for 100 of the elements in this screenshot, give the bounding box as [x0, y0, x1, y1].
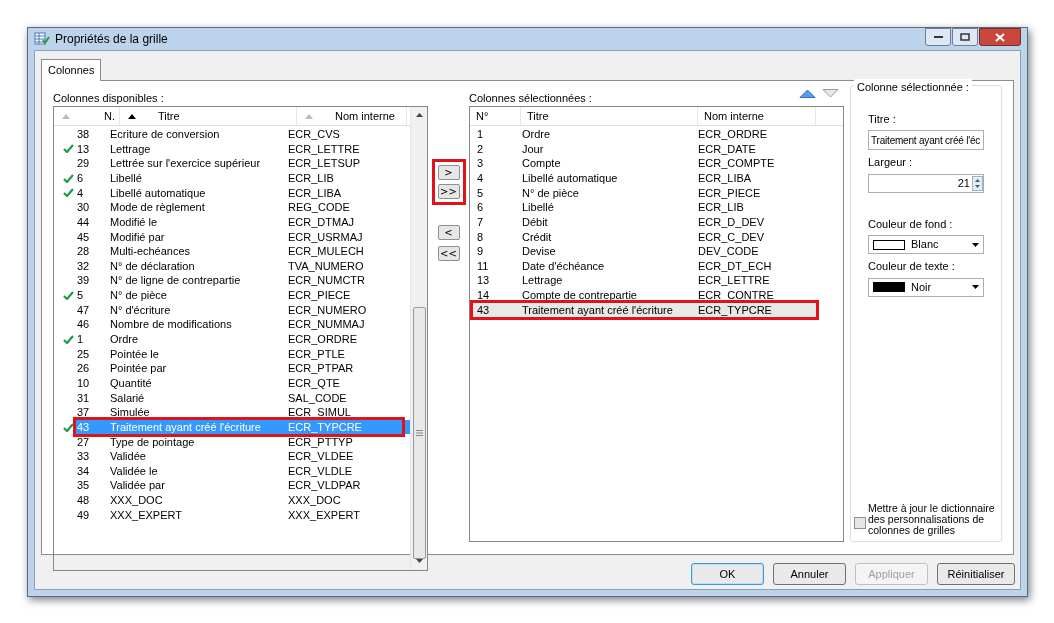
- close-button[interactable]: [979, 28, 1021, 46]
- grid-icon: [34, 32, 50, 46]
- list-row[interactable]: 34 Validée le ECR_VLDLE: [54, 463, 410, 479]
- list-row[interactable]: 3 Compte ECR_COMPTE: [471, 156, 816, 171]
- list-row[interactable]: 25 Pointée le ECR_PTLE: [54, 346, 410, 362]
- dialog-button[interactable]: OK: [691, 563, 764, 585]
- list-row[interactable]: 6 Libellé ECR_LIB: [54, 170, 410, 186]
- table-cell-text: ECR_LETTRE: [288, 141, 360, 157]
- list-row[interactable]: 8 Crédit ECR_C_DEV: [471, 229, 816, 245]
- move-button[interactable]: >: [437, 165, 460, 180]
- table-cell-text: Crédit: [522, 229, 553, 245]
- field-label: Couleur de fond :: [868, 216, 954, 232]
- table-cell-text: Nombre de modifications: [110, 317, 233, 333]
- list-row[interactable]: 46 Nombre de modifications ECR_NUMMAJ: [54, 317, 410, 332]
- spin-arrows-icon[interactable]: [972, 175, 983, 191]
- table-cell-text: ECR_LETSUP: [288, 156, 361, 172]
- table-cell-text: 6: [76, 171, 85, 186]
- table-cell-text: 4: [476, 171, 485, 186]
- background-color-dropdown[interactable]: Blanc: [868, 235, 984, 254]
- table-cell-text: 33: [76, 449, 91, 465]
- list-row[interactable]: 28 Multi-echéances ECR_MULECH: [54, 244, 410, 259]
- list-row[interactable]: 30 Mode de règlement REG_CODE: [54, 200, 410, 215]
- list-row[interactable]: 5 N° de pièce ECR_PIECE: [471, 185, 816, 201]
- list-row[interactable]: 39 N° de ligne de contrepartie ECR_NUMCTR: [54, 273, 410, 289]
- list-row[interactable]: 32 N° de déclaration TVA_NUMERO: [54, 258, 410, 274]
- table-cell-text: TVA_NUMERO: [288, 258, 364, 274]
- selected-row[interactable]: 43 Traitement ayant créé l'écriture ECR_TYPCRE: [471, 302, 816, 318]
- list-row[interactable]: 49 XXX_EXPERT XXX_EXPERT: [54, 507, 410, 523]
- table-cell-text: ECR_D_DEV: [698, 214, 765, 230]
- table-cell-text: Modifié par: [110, 229, 166, 245]
- list-row[interactable]: 6 Libellé ECR_LIB: [471, 200, 816, 215]
- scroll-thumb[interactable]: [412, 307, 426, 559]
- list-row[interactable]: 48 XXX_DOC XXX_DOC: [54, 493, 410, 508]
- list-row[interactable]: 5 N° de pièce ECR_PIECE: [54, 288, 410, 303]
- column-header[interactable]: Nom interne: [698, 107, 816, 125]
- column-header[interactable]: N°: [470, 107, 521, 125]
- move-button[interactable]: >>: [437, 184, 460, 199]
- list-row[interactable]: 13 Lettrage ECR_LETTRE: [471, 273, 816, 289]
- title-field[interactable]: Traitement ayant créé l'éc: [868, 130, 984, 150]
- list-row[interactable]: 27 Type de pointage ECR_PTTYP: [54, 434, 410, 450]
- list-row[interactable]: 38 Ecriture de conversion ECR_CVS: [54, 127, 410, 142]
- tab[interactable]: Colonnes: [41, 59, 102, 81]
- list-row[interactable]: 44 Modifié le ECR_DTMAJ: [54, 214, 410, 230]
- table-cell-text: 5: [76, 288, 85, 304]
- minimize-button[interactable]: [925, 28, 951, 46]
- text-color-dropdown[interactable]: Noir: [868, 277, 984, 297]
- dialog-button[interactable]: Annuler: [773, 563, 846, 585]
- move-up-icon[interactable]: [799, 89, 816, 98]
- width-spinner[interactable]: 21: [868, 173, 984, 193]
- close-icon: [995, 32, 1005, 42]
- maximize-button[interactable]: [952, 28, 978, 46]
- list-row[interactable]: 33 Validée ECR_VLDEE: [54, 449, 410, 464]
- table-cell-text: 26: [76, 361, 91, 377]
- table-cell-text: 49: [76, 507, 91, 523]
- list-row[interactable]: 11 Date d'échéance ECR_DT_ECH: [471, 258, 816, 274]
- list-row[interactable]: 26 Pointée par ECR_PTPAR: [54, 361, 410, 376]
- table-cell-text: Lettrage: [522, 273, 564, 289]
- table-cell-text: 46: [76, 317, 91, 333]
- list-row[interactable]: 9 Devise DEV_CODE: [471, 244, 816, 259]
- table-cell-text: Validée le: [110, 463, 159, 479]
- list-row[interactable]: 29 Lettrée sur l'exercice supérieur ECR_LETSUP: [54, 156, 410, 171]
- column-header[interactable]: N.: [54, 107, 120, 125]
- table-cell-text: Libellé: [522, 200, 555, 216]
- table-cell-text: 5: [476, 185, 485, 201]
- table-cell-text: N° de pièce: [522, 185, 580, 201]
- column-header[interactable]: Titre: [521, 107, 698, 125]
- list-row[interactable]: 4 Libellé automatique ECR_LIBA: [54, 185, 410, 201]
- list-row[interactable]: 10 Quantité ECR_QTE: [54, 375, 410, 391]
- window-title: Propriétés de la grille: [55, 31, 168, 48]
- table-cell-text: Pointée le: [110, 346, 160, 362]
- dialog-button[interactable]: Réinitialiser: [937, 563, 1015, 585]
- table-cell-text: N° de déclaration: [110, 258, 196, 274]
- list-row[interactable]: 2 Jour ECR_DATE: [471, 141, 816, 157]
- table-cell-text: 43: [476, 302, 491, 318]
- list-row[interactable]: 7 Débit ECR_D_DEV: [471, 214, 816, 230]
- list-row[interactable]: 13 Lettrage ECR_LETTRE: [54, 141, 410, 157]
- list-row[interactable]: 31 Salarié SAL_CODE: [54, 390, 410, 406]
- list-row[interactable]: 37 Simulée ECR_SIMUL: [54, 405, 410, 420]
- table-cell-text: 29: [76, 156, 91, 172]
- list-row[interactable]: 1 Ordre ECR_ORDRE: [471, 127, 816, 142]
- list-row[interactable]: 14 Compte de contrepartie ECR_CONTRE: [471, 288, 816, 303]
- table-cell-text: 35: [76, 478, 91, 494]
- checkbox[interactable]: [854, 516, 866, 529]
- table-cell-text: ECR_LIBA: [288, 185, 342, 201]
- move-button[interactable]: <<: [437, 246, 460, 261]
- table-cell-text: ECR_VLDEE: [288, 449, 354, 465]
- table-cell-text: ECR_TYPCRE: [698, 302, 772, 318]
- scroll-up-icon[interactable]: [415, 113, 423, 117]
- list-row[interactable]: 4 Libellé automatique ECR_LIBA: [471, 170, 816, 186]
- list-row[interactable]: 45 Modifié par ECR_USRMAJ: [54, 229, 410, 245]
- list-row[interactable]: 35 Validée par ECR_VLDPAR: [54, 478, 410, 493]
- column-header[interactable]: Nom interne: [297, 107, 407, 125]
- column-header[interactable]: Titre: [120, 107, 297, 125]
- table-cell-text: 27: [76, 434, 91, 450]
- list-row[interactable]: 1 Ordre ECR_ORDRE: [54, 331, 410, 347]
- move-down-icon[interactable]: [822, 89, 839, 98]
- list-row[interactable]: 47 N° d'écriture ECR_NUMERO: [54, 302, 410, 318]
- table-cell-text: Validée: [110, 449, 147, 465]
- scrollbar[interactable]: [410, 107, 427, 570]
- move-button[interactable]: <: [437, 225, 460, 240]
